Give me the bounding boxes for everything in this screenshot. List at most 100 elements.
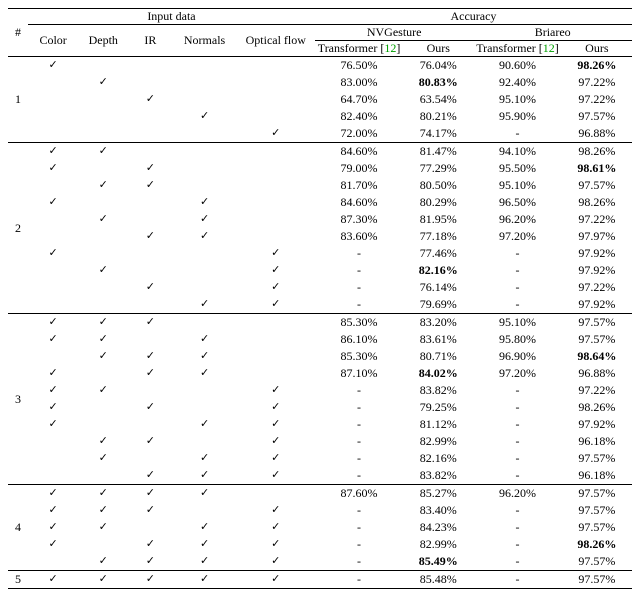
cell-br-ours: 98.26% xyxy=(562,399,632,416)
check-cell xyxy=(172,125,236,143)
check-cell xyxy=(78,228,128,245)
cell-br-ours: 97.57% xyxy=(562,519,632,536)
cell-br-ours: 97.57% xyxy=(562,553,632,571)
cell-br-ours: 97.92% xyxy=(562,296,632,314)
check-cell: ✓ xyxy=(78,74,128,91)
check-cell: ✓ xyxy=(172,228,236,245)
cell-nv-ours: 77.18% xyxy=(403,228,473,245)
cell-br-ours: 98.26% xyxy=(562,536,632,553)
cell-br-ours: 97.57% xyxy=(562,450,632,467)
check-cell xyxy=(28,262,78,279)
cell-br-transf: - xyxy=(473,399,561,416)
cell-br-ours: 97.57% xyxy=(562,177,632,194)
cell-br-ours: 97.57% xyxy=(562,314,632,332)
check-cell: ✓ xyxy=(237,536,315,553)
cell-nv-transf: 83.00% xyxy=(315,74,403,91)
check-cell: ✓ xyxy=(172,331,236,348)
cell-nv-transf: - xyxy=(315,399,403,416)
check-cell: ✓ xyxy=(78,433,128,450)
cell-br-transf: - xyxy=(473,450,561,467)
check-cell xyxy=(78,57,128,75)
cell-br-transf: 92.40% xyxy=(473,74,561,91)
cell-nv-ours: 74.17% xyxy=(403,125,473,143)
check-cell xyxy=(128,245,172,262)
cell-br-transf: - xyxy=(473,553,561,571)
cell-nv-ours: 82.16% xyxy=(403,262,473,279)
cell-br-transf: - xyxy=(473,296,561,314)
cell-nv-transf: - xyxy=(315,245,403,262)
col-normals: Normals xyxy=(172,25,236,57)
col-nv-transf: Transformer [12] xyxy=(315,41,403,57)
check-cell xyxy=(28,91,78,108)
cell-br-transf: 96.20% xyxy=(473,485,561,503)
check-cell: ✓ xyxy=(172,194,236,211)
cell-br-ours: 97.22% xyxy=(562,279,632,296)
cell-br-transf: - xyxy=(473,125,561,143)
cell-nv-ours: 82.99% xyxy=(403,433,473,450)
check-cell xyxy=(237,365,315,382)
check-cell xyxy=(78,467,128,485)
cell-br-ours: 98.61% xyxy=(562,160,632,177)
check-cell: ✓ xyxy=(237,125,315,143)
check-cell xyxy=(237,314,315,332)
cell-br-transf: 95.80% xyxy=(473,331,561,348)
check-cell: ✓ xyxy=(128,553,172,571)
cell-nv-transf: - xyxy=(315,502,403,519)
check-cell: ✓ xyxy=(78,177,128,194)
check-cell: ✓ xyxy=(172,450,236,467)
check-cell xyxy=(128,143,172,161)
check-cell: ✓ xyxy=(128,399,172,416)
col-nv-ours: Ours xyxy=(403,41,473,57)
cell-br-transf: - xyxy=(473,519,561,536)
ref-link[interactable]: 12 xyxy=(543,41,555,55)
check-cell xyxy=(128,519,172,536)
check-cell: ✓ xyxy=(172,108,236,125)
cell-nv-ours: 77.46% xyxy=(403,245,473,262)
group-num: 1 xyxy=(8,57,28,143)
check-cell xyxy=(128,382,172,399)
cell-nv-transf: 87.30% xyxy=(315,211,403,228)
check-cell: ✓ xyxy=(78,382,128,399)
check-cell: ✓ xyxy=(78,314,128,332)
cell-br-transf: - xyxy=(473,536,561,553)
check-cell: ✓ xyxy=(128,467,172,485)
check-cell xyxy=(78,365,128,382)
check-cell xyxy=(78,91,128,108)
cell-br-transf: - xyxy=(473,245,561,262)
cell-nv-transf: - xyxy=(315,296,403,314)
cell-nv-transf: - xyxy=(315,467,403,485)
cell-nv-transf: - xyxy=(315,571,403,589)
cell-br-ours: 96.18% xyxy=(562,467,632,485)
hdr-briareo: Briareo xyxy=(473,25,632,41)
check-cell: ✓ xyxy=(28,416,78,433)
cell-br-ours: 98.26% xyxy=(562,194,632,211)
check-cell: ✓ xyxy=(237,245,315,262)
cell-nv-transf: - xyxy=(315,382,403,399)
check-cell: ✓ xyxy=(28,365,78,382)
group-num: 4 xyxy=(8,485,28,571)
cell-br-ours: 97.22% xyxy=(562,382,632,399)
check-cell xyxy=(172,314,236,332)
col-br-ours: Ours xyxy=(562,41,632,57)
cell-nv-ours: 84.23% xyxy=(403,519,473,536)
check-cell xyxy=(78,125,128,143)
check-cell xyxy=(128,57,172,75)
cell-br-transf: - xyxy=(473,382,561,399)
ref-link[interactable]: 12 xyxy=(384,41,396,55)
check-cell: ✓ xyxy=(78,348,128,365)
cell-br-ours: 97.57% xyxy=(562,331,632,348)
check-cell xyxy=(128,450,172,467)
check-cell xyxy=(172,279,236,296)
cell-br-transf: 94.10% xyxy=(473,143,561,161)
cell-nv-transf: 82.40% xyxy=(315,108,403,125)
check-cell: ✓ xyxy=(78,553,128,571)
check-cell: ✓ xyxy=(128,536,172,553)
col-br-transf: Transformer [12] xyxy=(473,41,561,57)
check-cell xyxy=(128,296,172,314)
check-cell xyxy=(78,160,128,177)
cell-nv-ours: 83.61% xyxy=(403,331,473,348)
check-cell: ✓ xyxy=(237,519,315,536)
cell-nv-ours: 80.50% xyxy=(403,177,473,194)
check-cell xyxy=(172,262,236,279)
cell-nv-ours: 77.29% xyxy=(403,160,473,177)
